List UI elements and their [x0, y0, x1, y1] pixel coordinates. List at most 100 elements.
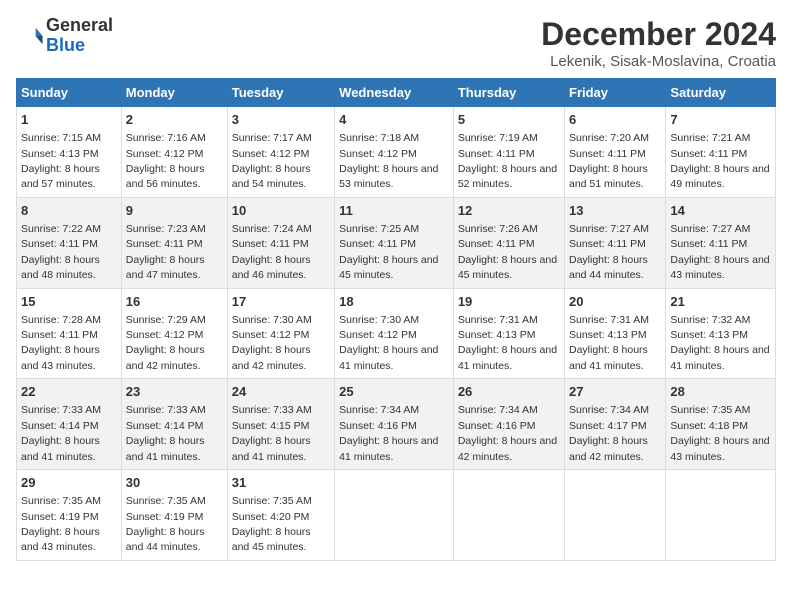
day-info: Sunrise: 7:30 AMSunset: 4:12 PMDaylight:… [232, 314, 312, 372]
day-number: 17 [232, 293, 330, 311]
day-number: 31 [232, 474, 330, 492]
day-info: Sunrise: 7:31 AMSunset: 4:13 PMDaylight:… [458, 314, 557, 372]
calendar-cell: 3 Sunrise: 7:17 AMSunset: 4:12 PMDayligh… [227, 107, 334, 198]
day-number: 14 [670, 202, 771, 220]
main-title: December 2024 [541, 16, 776, 53]
calendar-cell: 27 Sunrise: 7:34 AMSunset: 4:17 PMDaylig… [565, 379, 666, 470]
day-number: 23 [126, 383, 223, 401]
day-number: 11 [339, 202, 449, 220]
day-info: Sunrise: 7:23 AMSunset: 4:11 PMDaylight:… [126, 223, 206, 281]
calendar-cell: 28 Sunrise: 7:35 AMSunset: 4:18 PMDaylig… [666, 379, 776, 470]
day-info: Sunrise: 7:20 AMSunset: 4:11 PMDaylight:… [569, 132, 649, 190]
day-info: Sunrise: 7:30 AMSunset: 4:12 PMDaylight:… [339, 314, 438, 372]
day-info: Sunrise: 7:16 AMSunset: 4:12 PMDaylight:… [126, 132, 206, 190]
day-info: Sunrise: 7:34 AMSunset: 4:17 PMDaylight:… [569, 404, 649, 462]
day-number: 5 [458, 111, 560, 129]
day-info: Sunrise: 7:35 AMSunset: 4:19 PMDaylight:… [21, 495, 101, 553]
day-number: 3 [232, 111, 330, 129]
calendar-cell: 8 Sunrise: 7:22 AMSunset: 4:11 PMDayligh… [17, 197, 122, 288]
calendar-cell: 10 Sunrise: 7:24 AMSunset: 4:11 PMDaylig… [227, 197, 334, 288]
day-info: Sunrise: 7:35 AMSunset: 4:20 PMDaylight:… [232, 495, 312, 553]
column-header-sunday: Sunday [17, 79, 122, 107]
calendar-cell: 20 Sunrise: 7:31 AMSunset: 4:13 PMDaylig… [565, 288, 666, 379]
calendar-cell: 7 Sunrise: 7:21 AMSunset: 4:11 PMDayligh… [666, 107, 776, 198]
calendar-cell [565, 470, 666, 561]
calendar-header-row: SundayMondayTuesdayWednesdayThursdayFrid… [17, 79, 776, 107]
day-number: 27 [569, 383, 661, 401]
calendar-cell [335, 470, 454, 561]
calendar-week-row: 29 Sunrise: 7:35 AMSunset: 4:19 PMDaylig… [17, 470, 776, 561]
day-number: 24 [232, 383, 330, 401]
calendar-cell: 19 Sunrise: 7:31 AMSunset: 4:13 PMDaylig… [453, 288, 564, 379]
day-number: 4 [339, 111, 449, 129]
calendar-cell: 26 Sunrise: 7:34 AMSunset: 4:16 PMDaylig… [453, 379, 564, 470]
calendar-week-row: 8 Sunrise: 7:22 AMSunset: 4:11 PMDayligh… [17, 197, 776, 288]
day-info: Sunrise: 7:35 AMSunset: 4:19 PMDaylight:… [126, 495, 206, 553]
day-info: Sunrise: 7:22 AMSunset: 4:11 PMDaylight:… [21, 223, 101, 281]
day-info: Sunrise: 7:27 AMSunset: 4:11 PMDaylight:… [569, 223, 649, 281]
logo-general: General [46, 16, 113, 36]
day-number: 20 [569, 293, 661, 311]
calendar-cell: 30 Sunrise: 7:35 AMSunset: 4:19 PMDaylig… [121, 470, 227, 561]
day-number: 28 [670, 383, 771, 401]
calendar-cell [666, 470, 776, 561]
day-number: 6 [569, 111, 661, 129]
day-number: 30 [126, 474, 223, 492]
calendar-week-row: 1 Sunrise: 7:15 AMSunset: 4:13 PMDayligh… [17, 107, 776, 198]
day-info: Sunrise: 7:34 AMSunset: 4:16 PMDaylight:… [339, 404, 438, 462]
day-number: 13 [569, 202, 661, 220]
calendar-cell: 2 Sunrise: 7:16 AMSunset: 4:12 PMDayligh… [121, 107, 227, 198]
day-info: Sunrise: 7:32 AMSunset: 4:13 PMDaylight:… [670, 314, 769, 372]
day-number: 1 [21, 111, 117, 129]
page-header: General Blue December 2024 Lekenik, Sisa… [16, 16, 776, 70]
day-info: Sunrise: 7:33 AMSunset: 4:14 PMDaylight:… [126, 404, 206, 462]
calendar-table: SundayMondayTuesdayWednesdayThursdayFrid… [16, 78, 776, 561]
column-header-tuesday: Tuesday [227, 79, 334, 107]
logo: General Blue [16, 16, 113, 56]
day-number: 22 [21, 383, 117, 401]
column-header-monday: Monday [121, 79, 227, 107]
calendar-cell: 12 Sunrise: 7:26 AMSunset: 4:11 PMDaylig… [453, 197, 564, 288]
day-info: Sunrise: 7:27 AMSunset: 4:11 PMDaylight:… [670, 223, 769, 281]
calendar-cell: 13 Sunrise: 7:27 AMSunset: 4:11 PMDaylig… [565, 197, 666, 288]
day-info: Sunrise: 7:34 AMSunset: 4:16 PMDaylight:… [458, 404, 557, 462]
day-info: Sunrise: 7:19 AMSunset: 4:11 PMDaylight:… [458, 132, 557, 190]
day-info: Sunrise: 7:18 AMSunset: 4:12 PMDaylight:… [339, 132, 438, 190]
day-number: 18 [339, 293, 449, 311]
calendar-cell: 23 Sunrise: 7:33 AMSunset: 4:14 PMDaylig… [121, 379, 227, 470]
day-number: 7 [670, 111, 771, 129]
day-number: 15 [21, 293, 117, 311]
logo-icon [16, 22, 44, 50]
calendar-week-row: 22 Sunrise: 7:33 AMSunset: 4:14 PMDaylig… [17, 379, 776, 470]
day-info: Sunrise: 7:35 AMSunset: 4:18 PMDaylight:… [670, 404, 769, 462]
column-header-thursday: Thursday [453, 79, 564, 107]
calendar-cell: 31 Sunrise: 7:35 AMSunset: 4:20 PMDaylig… [227, 470, 334, 561]
calendar-cell: 5 Sunrise: 7:19 AMSunset: 4:11 PMDayligh… [453, 107, 564, 198]
calendar-cell: 1 Sunrise: 7:15 AMSunset: 4:13 PMDayligh… [17, 107, 122, 198]
day-number: 8 [21, 202, 117, 220]
calendar-cell: 4 Sunrise: 7:18 AMSunset: 4:12 PMDayligh… [335, 107, 454, 198]
day-number: 29 [21, 474, 117, 492]
day-info: Sunrise: 7:28 AMSunset: 4:11 PMDaylight:… [21, 314, 101, 372]
day-info: Sunrise: 7:21 AMSunset: 4:11 PMDaylight:… [670, 132, 769, 190]
day-number: 25 [339, 383, 449, 401]
calendar-cell: 15 Sunrise: 7:28 AMSunset: 4:11 PMDaylig… [17, 288, 122, 379]
subtitle: Lekenik, Sisak-Moslavina, Croatia [541, 53, 776, 70]
day-info: Sunrise: 7:26 AMSunset: 4:11 PMDaylight:… [458, 223, 557, 281]
day-number: 9 [126, 202, 223, 220]
calendar-cell: 17 Sunrise: 7:30 AMSunset: 4:12 PMDaylig… [227, 288, 334, 379]
calendar-cell: 22 Sunrise: 7:33 AMSunset: 4:14 PMDaylig… [17, 379, 122, 470]
day-info: Sunrise: 7:17 AMSunset: 4:12 PMDaylight:… [232, 132, 312, 190]
day-info: Sunrise: 7:33 AMSunset: 4:15 PMDaylight:… [232, 404, 312, 462]
day-info: Sunrise: 7:25 AMSunset: 4:11 PMDaylight:… [339, 223, 438, 281]
day-number: 16 [126, 293, 223, 311]
calendar-cell: 24 Sunrise: 7:33 AMSunset: 4:15 PMDaylig… [227, 379, 334, 470]
calendar-body: 1 Sunrise: 7:15 AMSunset: 4:13 PMDayligh… [17, 107, 776, 561]
day-info: Sunrise: 7:33 AMSunset: 4:14 PMDaylight:… [21, 404, 101, 462]
title-block: December 2024 Lekenik, Sisak-Moslavina, … [541, 16, 776, 70]
day-number: 19 [458, 293, 560, 311]
column-header-wednesday: Wednesday [335, 79, 454, 107]
calendar-cell [453, 470, 564, 561]
day-number: 12 [458, 202, 560, 220]
day-number: 10 [232, 202, 330, 220]
